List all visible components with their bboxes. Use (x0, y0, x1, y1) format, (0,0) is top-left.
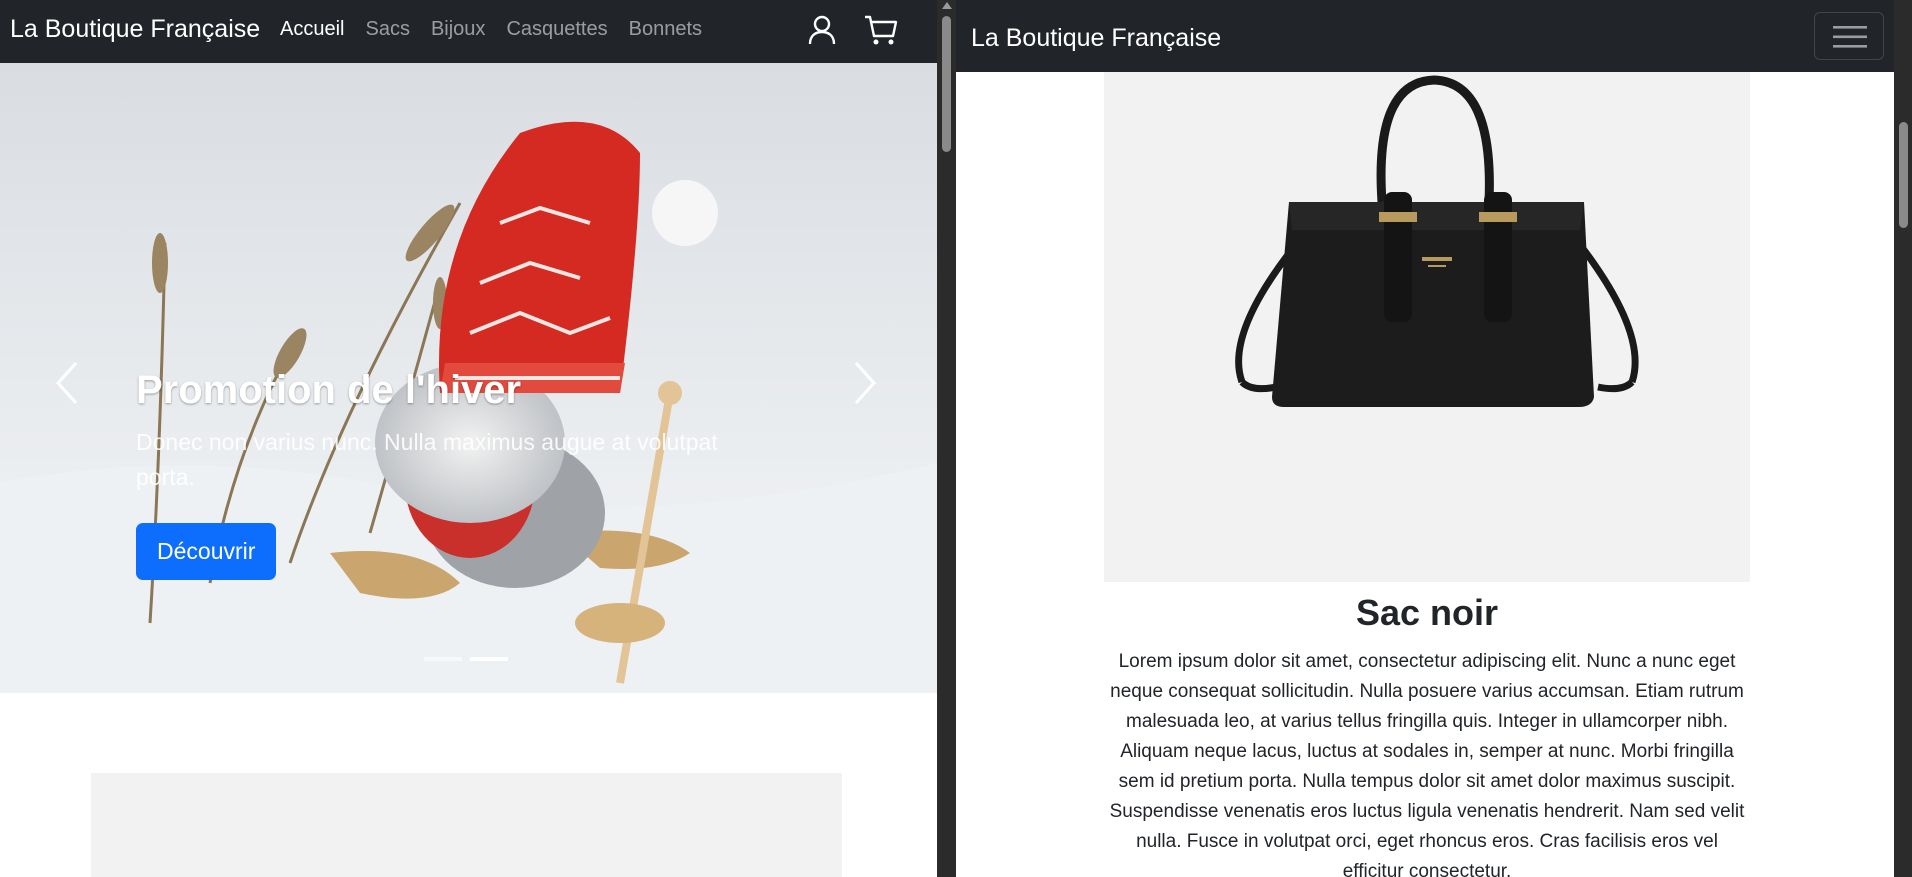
carousel-text: Donec non varius nunc. Nulla maximus aug… (136, 429, 718, 490)
navbar-brand[interactable]: La Boutique Française (10, 15, 260, 44)
navbar: La Boutique Française Accueil Sacs Bijou… (0, 0, 937, 63)
navbar-mobile: La Boutique Française (956, 0, 1894, 72)
carousel-indicator-2[interactable] (470, 657, 508, 661)
nav-link-accueil[interactable]: Accueil (280, 18, 344, 41)
hamburger-icon (1833, 26, 1867, 48)
hero-carousel: Promotion de l'hiver Donec non varius nu… (0, 63, 937, 693)
nav-link-sacs[interactable]: Sacs (365, 18, 409, 41)
carousel-prev-icon[interactable] (42, 353, 92, 413)
carousel-indicator-1[interactable] (424, 657, 462, 661)
scroll-up-arrow-icon[interactable] (942, 2, 952, 9)
left-scrollbar-thumb[interactable] (942, 16, 951, 152)
nav-link-bonnets[interactable]: Bonnets (629, 18, 702, 41)
right-scrollbar-thumb[interactable] (1899, 122, 1908, 228)
carousel-next-icon[interactable] (840, 353, 890, 413)
product-title: Sac noir (1355, 592, 1499, 633)
product-card-placeholder (91, 773, 842, 877)
right-browser-pane: La Boutique Française Sac noir Lorem ips… (956, 0, 1894, 877)
left-browser-pane: La Boutique Française Accueil Sacs Bijou… (0, 0, 937, 877)
right-scrollbar[interactable] (1894, 0, 1912, 877)
carousel-indicators (424, 657, 508, 661)
discover-button[interactable]: Découvrir (136, 523, 277, 580)
nav-links: Accueil Sacs Bijoux Casquettes Bonnets (280, 18, 702, 41)
nav-link-casquettes[interactable]: Casquettes (506, 18, 607, 41)
carousel-caption: Promotion de l'hiver Donec non varius nu… (136, 368, 776, 580)
product-description: Lorem ipsum dolor sit amet, consectetur … (1109, 651, 1745, 877)
product-image (1104, 72, 1750, 582)
navbar-toggler-button[interactable] (1814, 12, 1884, 60)
left-scrollbar[interactable] (937, 0, 956, 877)
carousel-title: Promotion de l'hiver (136, 368, 522, 412)
nav-link-bijoux[interactable]: Bijoux (431, 18, 485, 41)
black-handbag-image (1235, 75, 1639, 407)
navbar-brand-mobile[interactable]: La Boutique Française (971, 24, 1221, 53)
user-icon[interactable] (807, 14, 837, 46)
cart-icon[interactable] (864, 14, 898, 46)
